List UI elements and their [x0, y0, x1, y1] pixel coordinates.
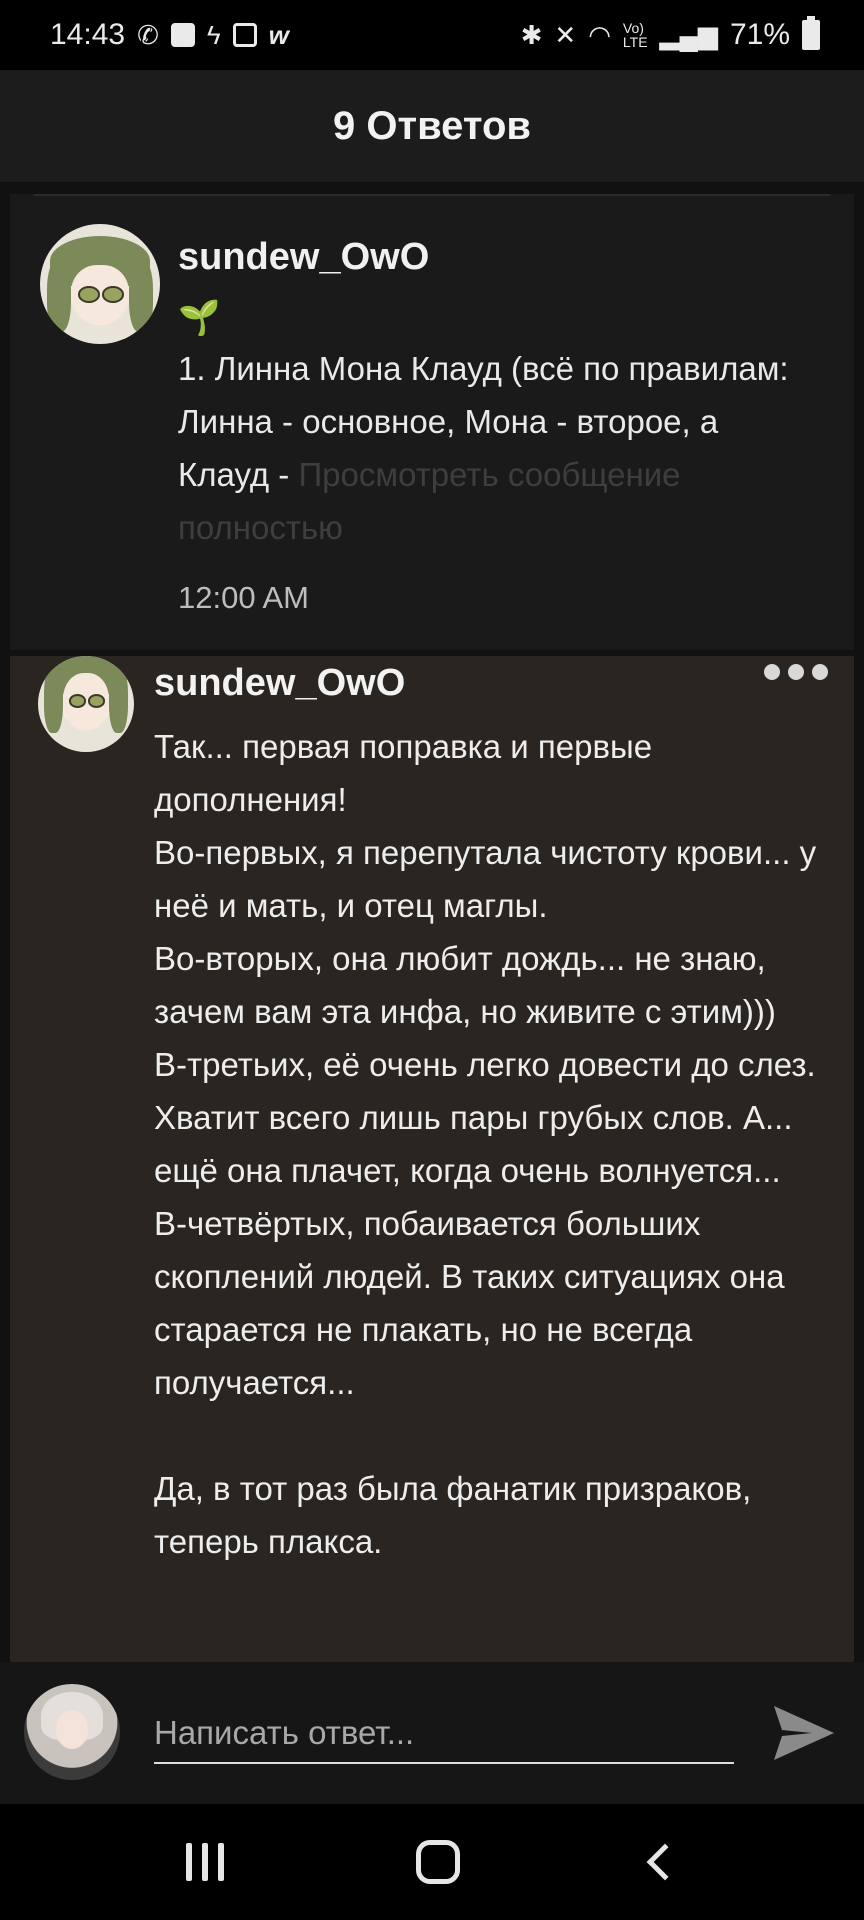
username[interactable]: sundew_OwO — [178, 236, 429, 279]
divider — [34, 194, 830, 196]
page-title: 9 Ответов — [333, 103, 531, 148]
my-avatar[interactable] — [24, 1684, 120, 1780]
sprout-emoji: 🌱 — [178, 299, 221, 337]
checkbox-icon — [170, 23, 195, 47]
back-button[interactable] — [646, 1843, 684, 1881]
status-time: 14:43 — [50, 18, 126, 51]
more-options-icon[interactable] — [764, 664, 828, 680]
reply-bar — [0, 1662, 864, 1804]
avatar[interactable] — [38, 656, 134, 752]
status-bar-left: 14:43 ✆ ϟ w — [50, 18, 289, 52]
wifi-icon: ◠ — [588, 19, 611, 50]
comment-text: 1. Линна Мона Клауд (всё по правилам: Ли… — [178, 342, 798, 554]
avatar[interactable] — [40, 224, 160, 344]
header: 9 Ответов — [0, 70, 864, 182]
recent-apps-button[interactable] — [186, 1843, 224, 1881]
send-icon[interactable] — [768, 1698, 838, 1768]
battery-percent: 71% — [729, 18, 790, 51]
battery-icon — [802, 16, 820, 50]
reply-comment: sundew_OwO Так... первая поправка и перв… — [10, 656, 854, 1662]
status-bar-right: ✱ ✕ ◠ Vo) LTE ▂▄▆ 71% — [520, 16, 820, 52]
volte-icon: Vo) LTE — [622, 20, 648, 50]
system-nav-bar — [0, 1804, 864, 1920]
reply-text: Так... первая поправка и первые дополнен… — [154, 728, 817, 1560]
screen: 14:43 ✆ ϟ w ✱ ✕ ◠ Vo) LTE ▂▄▆ 71% 9 Ответ… — [0, 0, 864, 1920]
w-app-icon: w — [268, 19, 289, 50]
parent-comment: sundew_OwO 🌱 1. Линна Мона Клауд (всё по… — [10, 194, 854, 650]
signal-icon: ▂▄▆ — [659, 19, 718, 50]
comments-thread[interactable]: sundew_OwO 🌱 1. Линна Мона Клауд (всё по… — [0, 182, 864, 1662]
status-bar: 14:43 ✆ ϟ w ✱ ✕ ◠ Vo) LTE ▂▄▆ 71% — [0, 0, 864, 70]
home-button[interactable] — [416, 1840, 460, 1884]
bluetooth-icon: ✱ — [520, 19, 543, 50]
lightning-icon: ϟ — [206, 19, 221, 50]
comment-timestamp: 12:00 AM — [178, 580, 309, 615]
whatsapp-icon: ✆ — [137, 19, 159, 50]
image-icon — [232, 23, 257, 47]
reply-input[interactable] — [154, 1704, 734, 1764]
mute-icon: ✕ — [554, 19, 577, 50]
username[interactable]: sundew_OwO — [154, 662, 405, 705]
